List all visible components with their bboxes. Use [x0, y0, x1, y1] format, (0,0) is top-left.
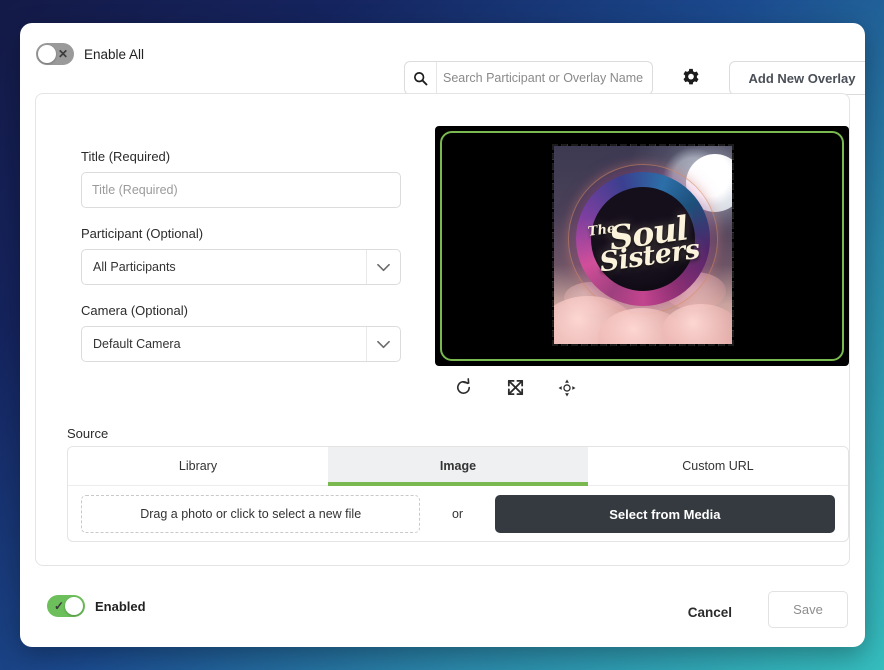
expand-icon — [506, 378, 525, 400]
source-label: Source — [67, 426, 109, 441]
source-image-panel: Drag a photo or click to select a new fi… — [68, 486, 848, 541]
title-input[interactable] — [81, 172, 401, 208]
enabled-toggle-group[interactable]: ✓ Enabled — [47, 595, 146, 617]
participant-select[interactable]: All Participants — [81, 249, 401, 285]
modal-footer: ✓ Enabled Cancel Save — [20, 581, 865, 647]
cross-icon: ✕ — [57, 47, 69, 61]
search-icon — [405, 62, 437, 94]
or-separator: or — [451, 507, 464, 521]
cancel-button[interactable]: Cancel — [682, 595, 738, 630]
tab-custom-url[interactable]: Custom URL — [588, 447, 848, 485]
reposition-icon — [558, 379, 576, 400]
enable-all-label: Enable All — [84, 46, 145, 62]
overlay-preview[interactable]: The Soul Sisters — [435, 126, 849, 366]
chevron-down-icon — [366, 327, 400, 361]
camera-select[interactable]: Default Camera — [81, 326, 401, 362]
tab-library[interactable]: Library — [68, 447, 328, 485]
overlay-image-selection[interactable]: The Soul Sisters — [552, 144, 734, 346]
reposition-button[interactable] — [554, 376, 580, 402]
title-label: Title (Required) — [81, 149, 171, 164]
preview-tools — [435, 376, 580, 402]
source-tabs: Library Image Custom URL — [68, 447, 848, 486]
camera-field-group: Camera (Optional) Default Camera — [81, 303, 401, 362]
settings-button[interactable] — [677, 65, 705, 93]
overlay-form: Title (Required) Participant (Optional) … — [81, 149, 401, 362]
toggle-knob — [38, 45, 56, 63]
participant-field-group: Participant (Optional) All Participants — [81, 226, 401, 285]
search-input[interactable] — [443, 71, 643, 85]
select-from-media-button[interactable]: Select from Media — [494, 495, 835, 533]
participant-selected-value: All Participants — [93, 260, 176, 274]
save-button[interactable]: Save — [768, 591, 848, 628]
overlay-form-card: Title (Required) Participant (Optional) … — [35, 93, 850, 566]
file-dropzone[interactable]: Drag a photo or click to select a new fi… — [81, 495, 421, 533]
enable-all-toggle[interactable]: ✕ — [36, 43, 74, 65]
participant-label: Participant (Optional) — [81, 226, 204, 241]
enabled-label: Enabled — [95, 598, 146, 614]
add-new-overlay-button[interactable]: Add New Overlay — [729, 61, 865, 95]
camera-selected-value: Default Camera — [93, 337, 181, 351]
enable-all-toggle-group[interactable]: ✕ Enable All — [36, 43, 144, 65]
chevron-down-icon — [366, 250, 400, 284]
enabled-toggle[interactable]: ✓ — [47, 595, 85, 617]
source-panel: Library Image Custom URL Drag a photo or… — [67, 446, 849, 542]
rotate-button[interactable] — [450, 376, 476, 402]
overlay-editor-modal: ✕ Enable All Add New Overlay — [20, 23, 865, 647]
search-box[interactable] — [404, 61, 653, 95]
cloud-graphic — [662, 304, 732, 344]
toolbar: ✕ Enable All Add New Overlay — [20, 23, 865, 95]
toggle-knob — [65, 597, 83, 615]
title-field-group: Title (Required) — [81, 149, 401, 208]
rotate-icon — [454, 378, 473, 400]
expand-button[interactable] — [502, 376, 528, 402]
camera-label: Camera (Optional) — [81, 303, 188, 318]
overlay-artwork: The Soul Sisters — [554, 146, 732, 344]
gear-icon — [680, 67, 702, 92]
tab-image[interactable]: Image — [328, 447, 588, 486]
